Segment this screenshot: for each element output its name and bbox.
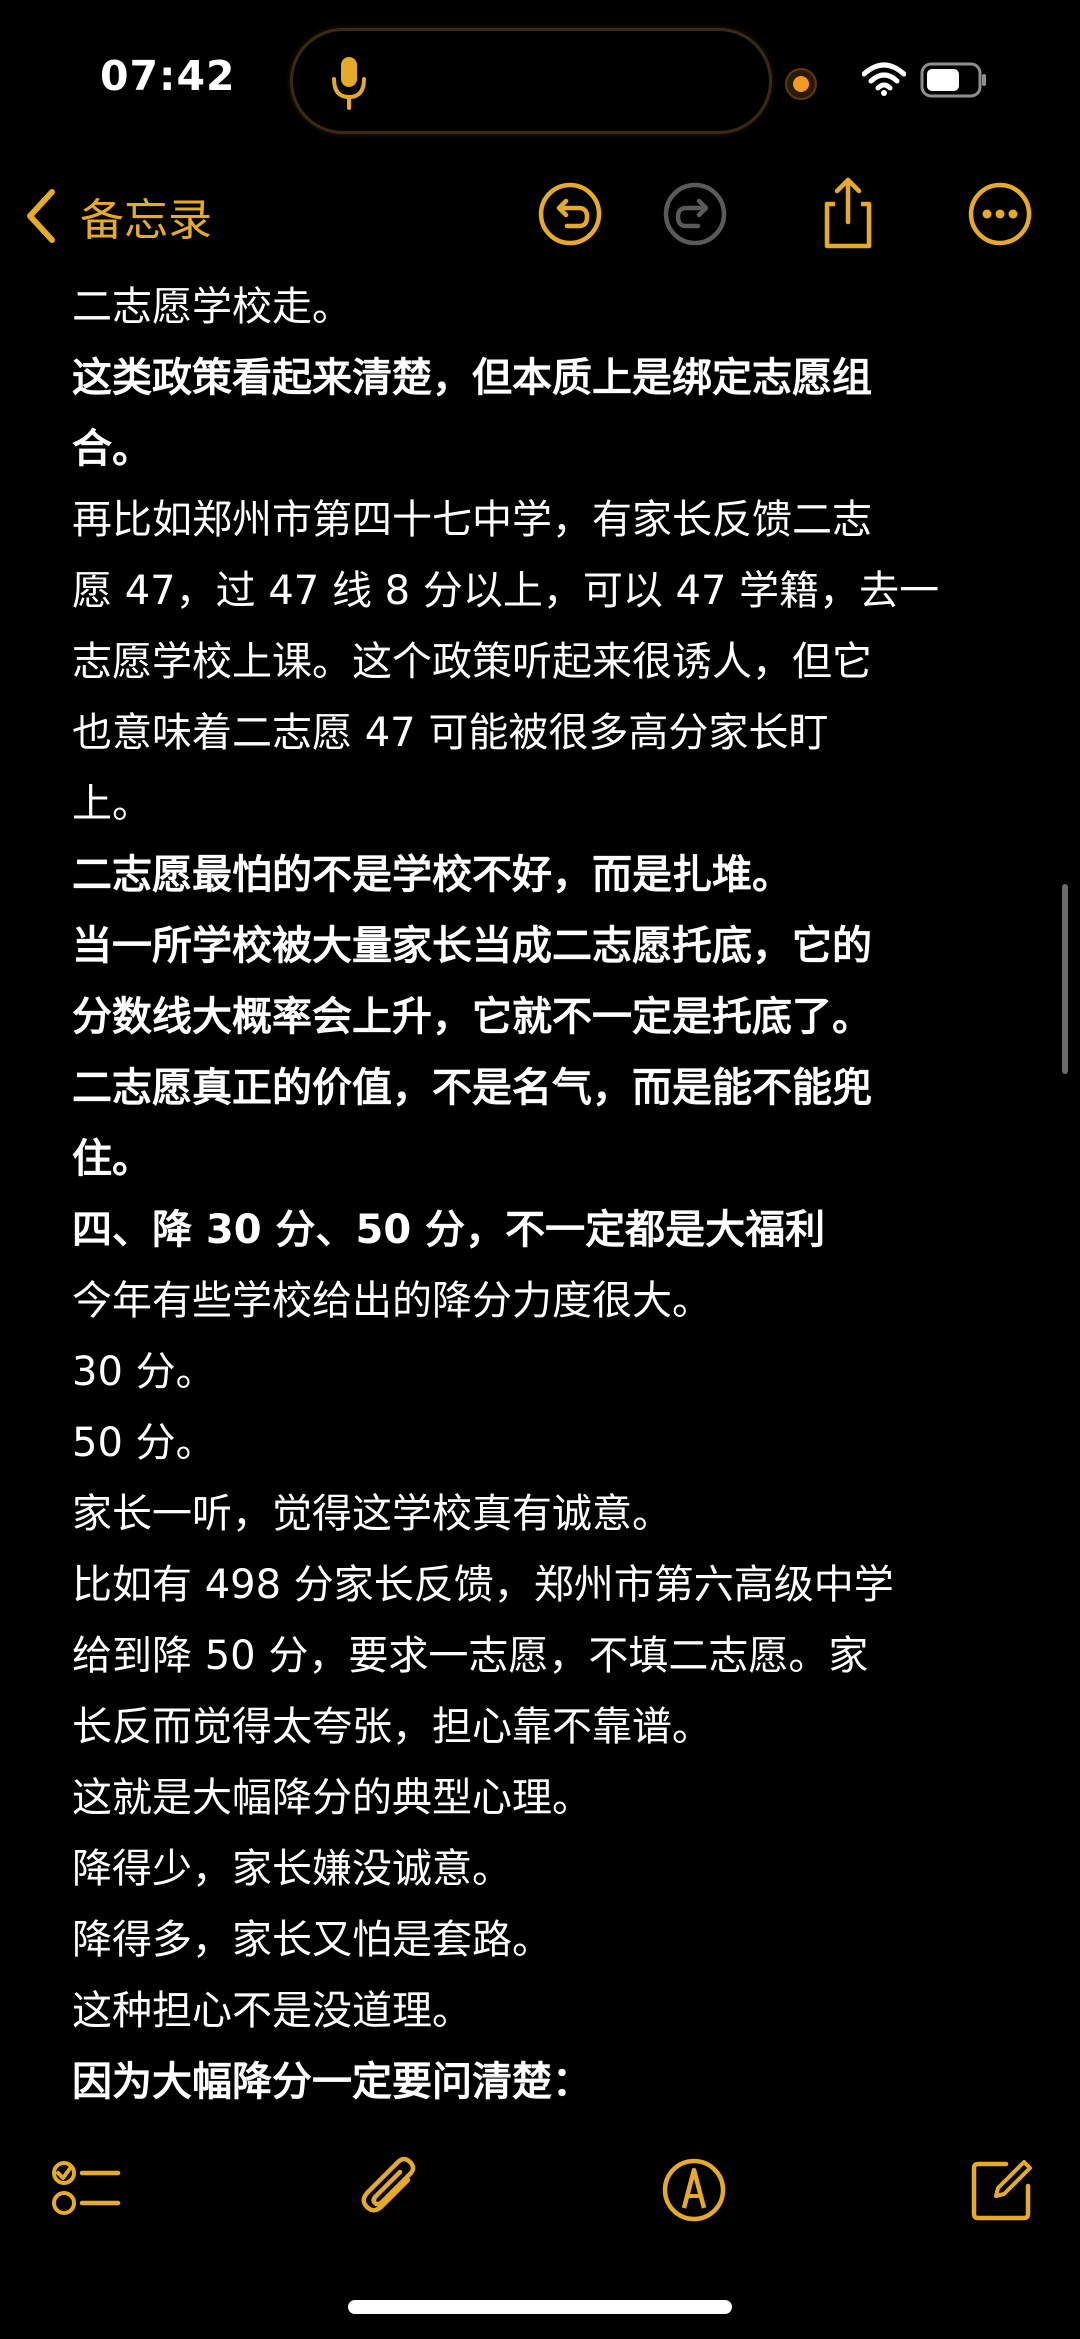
chevron-left-icon [27,189,55,243]
compose-icon[interactable] [962,2150,1042,2230]
note-line: 志愿学校上课。这个政策听起来很诱人，但它 [72,639,872,685]
note-line: 比如有 498 分家长反馈，郑州市第六高级中学 [72,1562,894,1608]
redo-icon[interactable] [655,174,735,254]
note-line: 50 分。 [72,1420,216,1466]
note-line: 分数线大概率会上升，它就不一定是托底了。 [72,994,872,1040]
note-line: 降得多，家长又怕是套路。 [72,1917,552,1963]
note-line: 上。 [72,781,152,827]
note-line: 愿 47，过 47 线 8 分以上，可以 47 学籍，去一 [72,568,940,614]
scroll-indicator[interactable] [1062,884,1068,1074]
note-line: 二志愿学校走。 [72,284,352,330]
note-body[interactable]: 二志愿学校走。这类政策看起来清楚，但本质上是绑定志愿组 合。再比如郑州市第四十七中… [72,272,1012,2110]
note-line: 也意味着二志愿 47 可能被很多高分家长盯 [72,710,829,756]
wifi-icon [862,62,906,96]
note-line: 二志愿最怕的不是学校不好，而是扎堆。 [72,852,792,898]
note-line: 长反而觉得太夸张，担心靠不靠谱。 [72,1704,712,1750]
home-indicator[interactable] [348,2300,732,2314]
note-line: 今年有些学校给出的降分力度很大。 [72,1278,712,1324]
note-line: 降得少，家长嫌没诚意。 [72,1846,512,1892]
microphone-icon [332,57,366,110]
undo-icon[interactable] [530,174,610,254]
note-line: 因为大幅降分一定要问清楚： [72,2059,592,2105]
note-line: 二志愿真正的价值，不是名气，而是能不能兜 [72,1065,872,1111]
note-line: 住。 [72,1136,152,1182]
back-label: 备忘录 [80,195,212,246]
checklist-icon[interactable] [46,2150,126,2230]
markup-icon[interactable] [654,2150,734,2230]
note-line: 这类政策看起来清楚，但本质上是绑定志愿组 [72,355,872,401]
more-icon[interactable] [960,174,1040,254]
note-line: 30 分。 [72,1349,216,1395]
note-line: 给到降 50 分，要求一志愿，不填二志愿。家 [72,1633,869,1679]
note-line: 这就是大幅降分的典型心理。 [72,1775,592,1821]
status-time: 07:42 [100,52,236,100]
back-button[interactable]: 备忘录 [22,178,212,254]
bottom-toolbar [0,2140,1080,2250]
note-line: 当一所学校被大量家长当成二志愿托底，它的 [72,923,872,969]
note-line: 合。 [72,426,152,472]
battery-icon [920,62,986,98]
note-line: 家长一听，觉得这学校真有诚意。 [72,1491,672,1537]
status-bar: 07:42 [0,0,1080,160]
note-line: 再比如郑州市第四十七中学，有家长反馈二志 [72,497,872,543]
nav-bar: 备忘录 [0,160,1080,270]
attachment-icon[interactable] [352,2150,432,2230]
dynamic-island[interactable] [290,28,772,134]
note-line: 四、降 30 分、50 分，不一定都是大福利 [72,1207,826,1253]
share-icon[interactable] [808,174,888,254]
note-line: 这种担心不是没道理。 [72,1988,472,2034]
recording-dot-icon [785,68,817,100]
